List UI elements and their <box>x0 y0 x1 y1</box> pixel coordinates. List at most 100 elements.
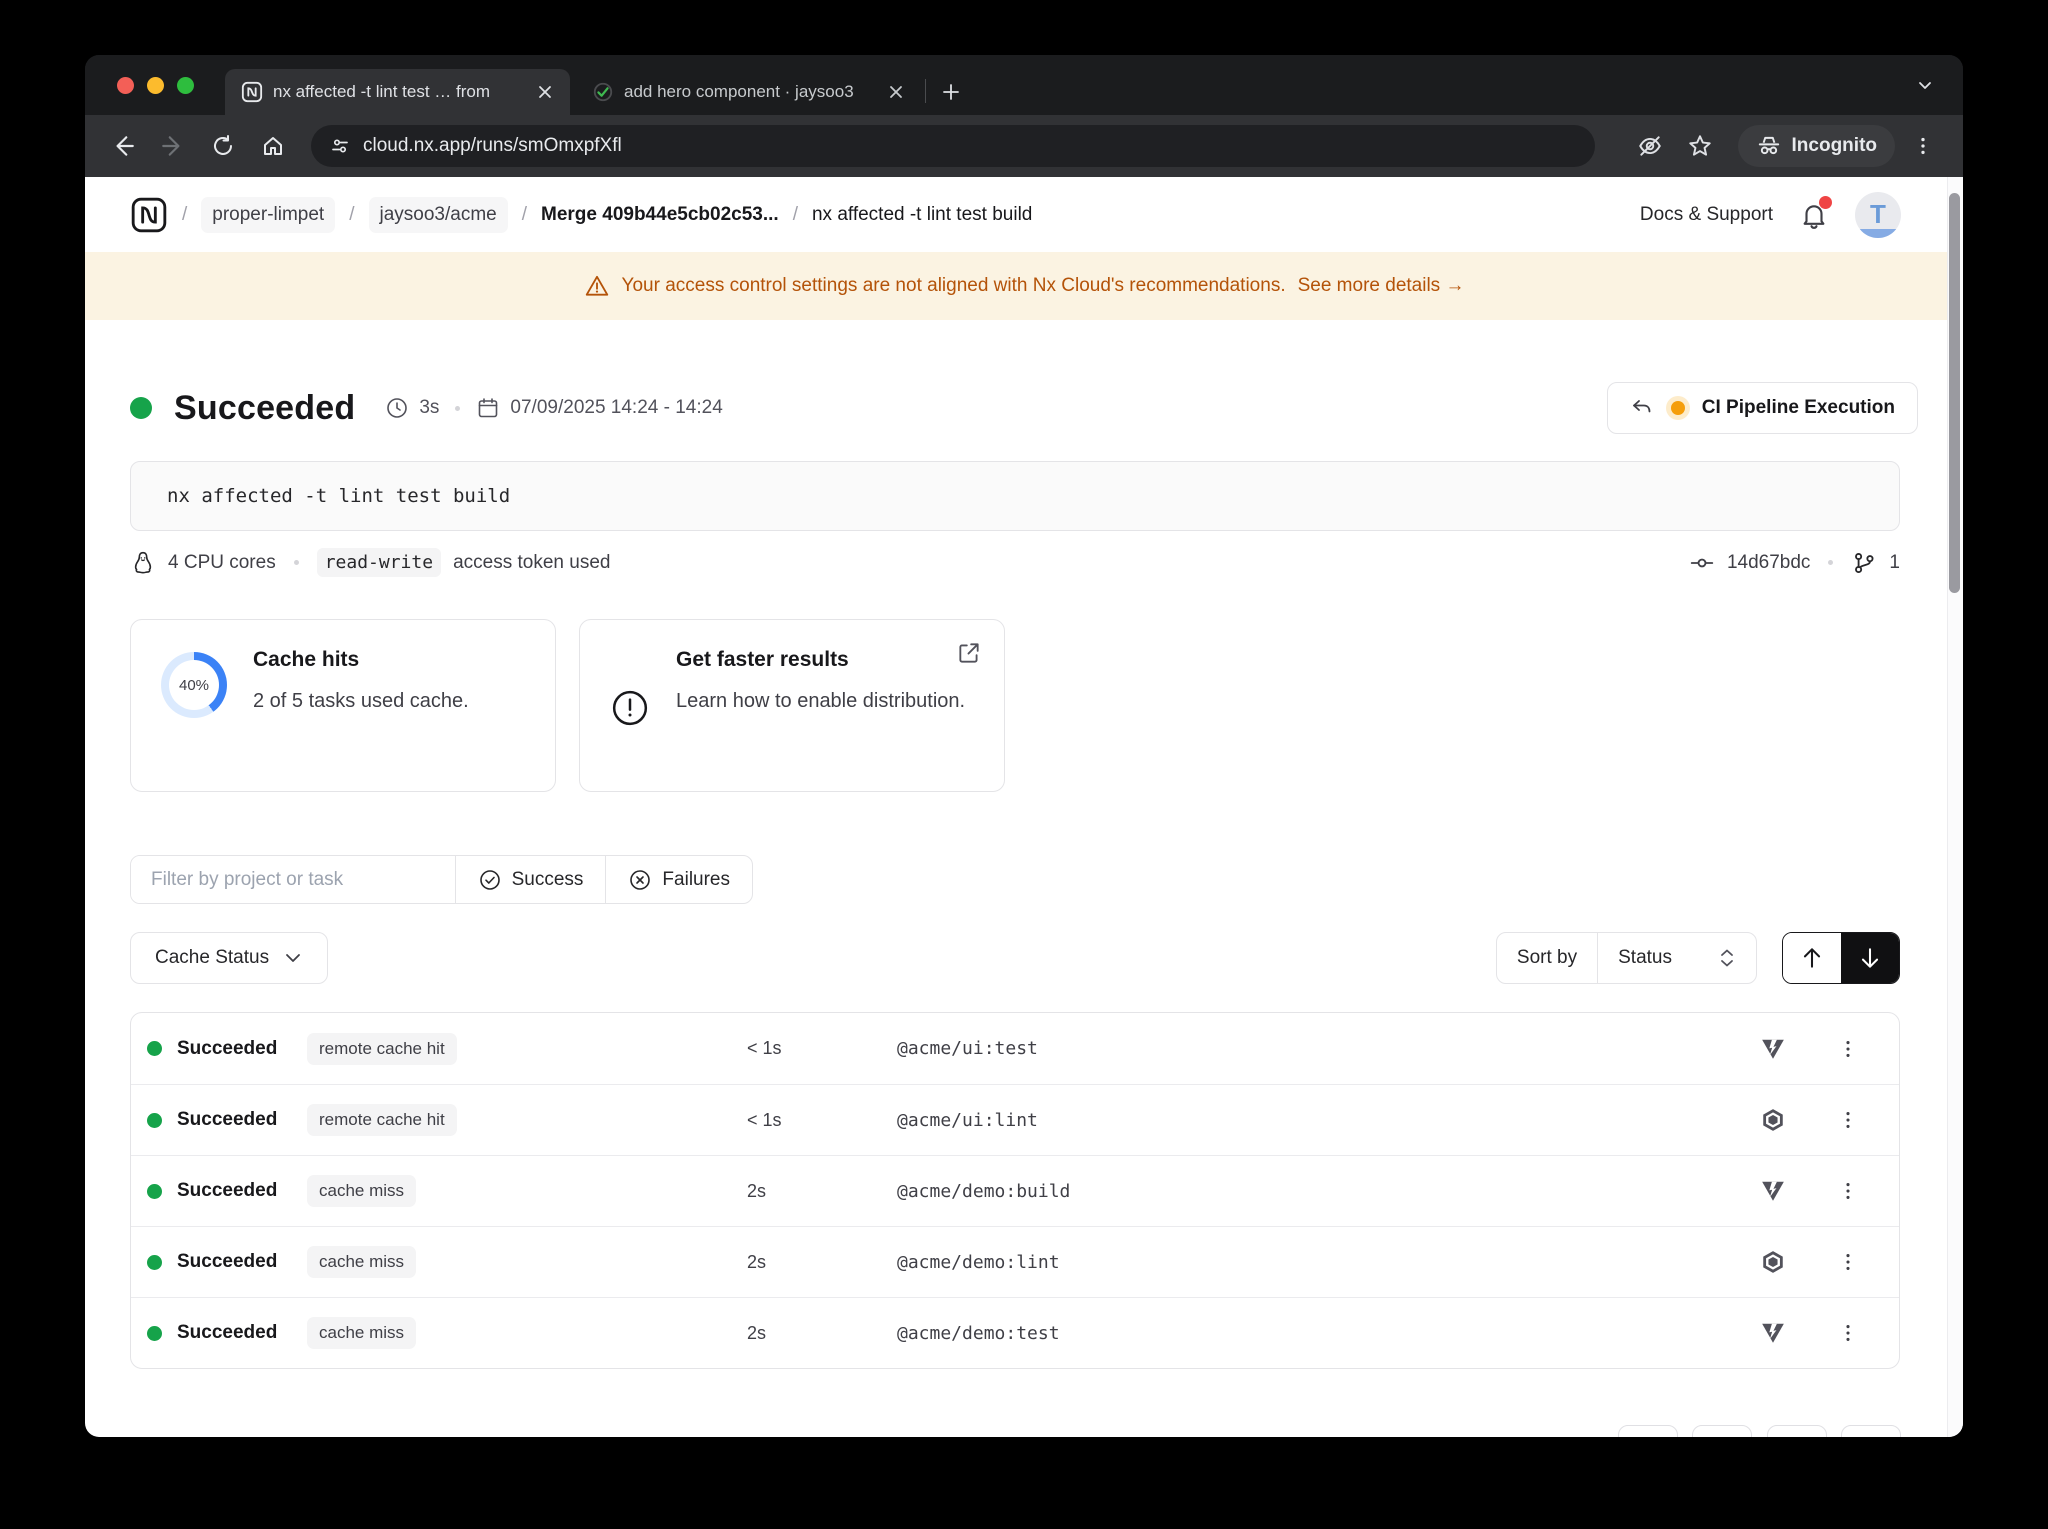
task-name[interactable]: @acme/demo:lint <box>897 1252 1733 1273</box>
password-eye-off-icon[interactable] <box>1628 124 1672 168</box>
address-bar[interactable]: cloud.nx.app/runs/smOmxpfXfl <box>311 125 1595 167</box>
sort-descending-button[interactable] <box>1841 933 1899 983</box>
pipeline-status-dot <box>1671 401 1685 415</box>
back-button[interactable] <box>101 124 145 168</box>
meta-separator <box>455 406 460 411</box>
task-name[interactable]: @acme/ui:test <box>897 1038 1733 1059</box>
minimize-window-button[interactable] <box>147 77 164 94</box>
notifications-bell-icon[interactable] <box>1799 200 1829 230</box>
breadcrumb-separator: / <box>793 204 798 226</box>
breadcrumb-org[interactable]: proper-limpet <box>201 197 335 233</box>
task-name[interactable]: @acme/ui:lint <box>897 1110 1733 1131</box>
task-row[interactable]: Succeeded cache miss 2s @acme/demo:lint <box>131 1226 1899 1297</box>
row-menu-kebab-icon[interactable] <box>1837 1178 1859 1204</box>
branch-count[interactable]: 1 <box>1889 552 1900 574</box>
filter-failures-toggle[interactable]: Failures <box>605 856 752 903</box>
group-by-cache-status-button[interactable]: Cache Status <box>130 932 328 984</box>
linux-penguin-icon <box>130 550 156 576</box>
vite-icon <box>1760 1178 1786 1204</box>
docs-support-link[interactable]: Docs & Support <box>1640 204 1773 226</box>
tab-close-icon[interactable] <box>885 81 907 103</box>
task-status-dot <box>147 1255 162 1270</box>
pagination-button[interactable] <box>1618 1425 1678 1437</box>
banner-details-link[interactable]: See more details → <box>1298 275 1465 297</box>
calendar-icon <box>476 396 500 420</box>
task-status: Succeeded <box>177 1322 307 1344</box>
nx-logo[interactable] <box>130 196 168 234</box>
browser-menu-icon[interactable] <box>1901 124 1945 168</box>
pagination-button[interactable] <box>1767 1425 1827 1437</box>
task-duration: < 1s <box>747 1110 897 1131</box>
commit-sha[interactable]: 14d67bdc <box>1727 552 1810 574</box>
access-token-text: access token used <box>453 552 610 574</box>
faster-results-card[interactable]: Get faster results Learn how to enable d… <box>579 619 1005 792</box>
external-link-icon[interactable] <box>956 640 982 666</box>
tab-close-icon[interactable] <box>534 81 556 103</box>
nx-favicon-icon <box>241 81 263 103</box>
command-box: nx affected -t lint test build <box>130 461 1900 531</box>
cache-card-subtitle: 2 of 5 tasks used cache. <box>253 684 469 718</box>
sort-ascending-button[interactable] <box>1783 933 1841 983</box>
cache-status-badge: remote cache hit <box>307 1033 457 1065</box>
task-duration: 2s <box>747 1252 897 1273</box>
faster-card-subtitle: Learn how to enable distribution. <box>676 684 965 718</box>
warning-triangle-icon <box>584 273 610 299</box>
task-row[interactable]: Succeeded remote cache hit < 1s @acme/ui… <box>131 1013 1899 1084</box>
avatar[interactable]: T <box>1855 192 1901 238</box>
breadcrumb-merge[interactable]: Merge 409b44e5cb02c53... <box>541 204 779 226</box>
filter-success-toggle[interactable]: Success <box>455 856 606 903</box>
filter-failures-label: Failures <box>662 869 730 891</box>
sort-field-select[interactable]: Status <box>1597 933 1756 983</box>
browser-window: nx affected -t lint test … from add hero… <box>85 55 1963 1437</box>
pagination-button[interactable] <box>1692 1425 1752 1437</box>
breadcrumb: / proper-limpet / jaysoo3/acme / Merge 4… <box>130 196 1032 234</box>
cache-hit-ring: 40% <box>161 652 227 718</box>
banner-message: Your access control settings are not ali… <box>622 275 1286 297</box>
list-toolbar: Cache Status Sort by Status <box>130 932 1900 984</box>
run-status-header: Succeeded 3s 07/09/2025 14:24 - 14:24 <box>130 382 1918 434</box>
task-name[interactable]: @acme/demo:test <box>897 1323 1733 1344</box>
window-controls[interactable] <box>117 77 194 94</box>
url-text[interactable]: cloud.nx.app/runs/smOmxpfXfl <box>363 135 622 157</box>
eslint-icon <box>1760 1249 1786 1275</box>
task-duration: < 1s <box>747 1038 897 1059</box>
info-circle-icon <box>610 688 650 728</box>
pipeline-button-label: CI Pipeline Execution <box>1702 397 1895 419</box>
sort-by-label: Sort by <box>1497 933 1597 983</box>
tab-search-button[interactable] <box>1907 69 1943 101</box>
forward-button[interactable] <box>151 124 195 168</box>
maximize-window-button[interactable] <box>177 77 194 94</box>
run-duration: 3s <box>419 397 439 419</box>
sort-control: Sort by Status <box>1496 932 1757 984</box>
task-name[interactable]: @acme/demo:build <box>897 1181 1733 1202</box>
bookmark-star-icon[interactable] <box>1678 124 1722 168</box>
row-menu-kebab-icon[interactable] <box>1837 1107 1859 1133</box>
new-tab-button[interactable] <box>934 75 968 109</box>
task-row[interactable]: Succeeded remote cache hit < 1s @acme/ui… <box>131 1084 1899 1155</box>
reload-button[interactable] <box>201 124 245 168</box>
check-success-favicon-icon <box>592 81 614 103</box>
vitest-icon <box>1760 1036 1786 1062</box>
run-meta-row: 4 CPU cores read-write access token used… <box>130 548 1900 577</box>
row-menu-kebab-icon[interactable] <box>1837 1036 1859 1062</box>
filter-input[interactable] <box>131 856 455 903</box>
tab-strip: nx affected -t lint test … from add hero… <box>85 55 1963 115</box>
pagination-button[interactable] <box>1841 1425 1901 1437</box>
breadcrumb-repo[interactable]: jaysoo3/acme <box>369 197 508 233</box>
site-settings-icon[interactable] <box>329 135 351 157</box>
tab-current-run[interactable]: nx affected -t lint test … from <box>225 69 570 115</box>
task-list: Succeeded remote cache hit < 1s @acme/ui… <box>130 1012 1900 1369</box>
tab-other[interactable]: add hero component · jaysoo3 <box>576 69 921 115</box>
warning-banner: Your access control settings are not ali… <box>85 252 1963 320</box>
row-menu-kebab-icon[interactable] <box>1837 1249 1859 1275</box>
close-window-button[interactable] <box>117 77 134 94</box>
scrollbar-thumb[interactable] <box>1949 193 1960 593</box>
commit-icon <box>1689 550 1715 576</box>
access-token-kind: read-write <box>317 548 441 577</box>
row-menu-kebab-icon[interactable] <box>1837 1320 1859 1346</box>
task-row[interactable]: Succeeded cache miss 2s @acme/demo:build <box>131 1155 1899 1226</box>
home-button[interactable] <box>251 124 295 168</box>
cache-status-badge: cache miss <box>307 1317 416 1349</box>
task-row[interactable]: Succeeded cache miss 2s @acme/demo:test <box>131 1297 1899 1368</box>
pipeline-execution-button[interactable]: CI Pipeline Execution <box>1607 382 1918 434</box>
